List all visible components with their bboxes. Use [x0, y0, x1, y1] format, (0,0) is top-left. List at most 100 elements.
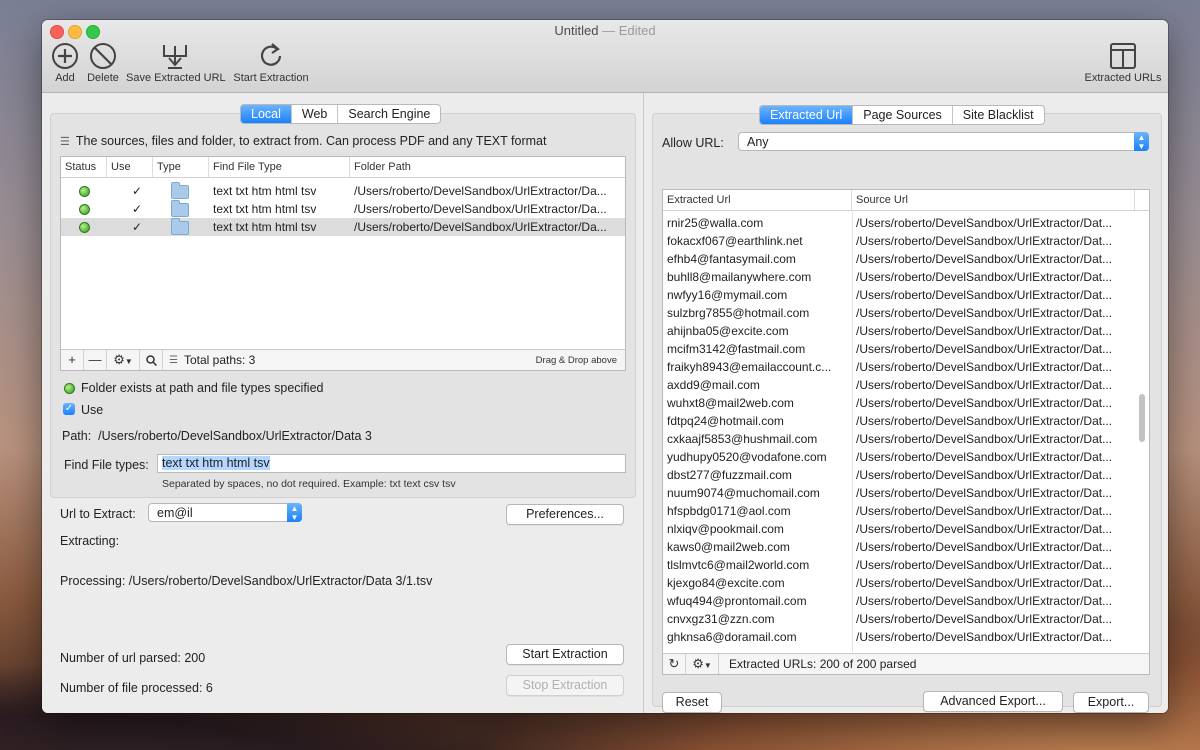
table-row[interactable]: cnvxgz31@zzn.com/Users/roberto/DevelSand…	[663, 610, 1149, 628]
save-download-icon	[163, 45, 187, 69]
extracted-urls-toolbar-button[interactable]: Extracted URLs	[1084, 42, 1162, 84]
extracted-url-cell: sulzbrg7855@hotmail.com	[667, 306, 810, 320]
refresh-button[interactable]: ↻	[663, 654, 686, 674]
use-checkbox[interactable]: ✓	[63, 403, 75, 415]
column-folder-path[interactable]: Folder Path	[350, 157, 625, 177]
table-row[interactable]: nlxiqv@pookmail.com/Users/roberto/DevelS…	[663, 520, 1149, 538]
stop-extraction-button[interactable]: Stop Extraction	[506, 675, 624, 696]
row-file-types: text txt htm html tsv	[213, 184, 317, 198]
column-type[interactable]: Type	[153, 157, 209, 177]
table-row[interactable]: ✓ text txt htm html tsv /Users/roberto/D…	[61, 182, 625, 200]
table-row[interactable]: dbst277@fuzzmail.com/Users/roberto/Devel…	[663, 466, 1149, 484]
table-row[interactable]: fraikyh8943@emailaccount.c... /Users/robe…	[663, 358, 1149, 376]
column-find-file-type[interactable]: Find File Type	[209, 157, 350, 177]
tab-local[interactable]: Local	[241, 105, 292, 123]
table-row[interactable]: yudhupy0520@vodafone.com/Users/roberto/D…	[663, 448, 1149, 466]
refresh-icon: ↻	[668, 656, 680, 671]
tab-extracted-url[interactable]: Extracted Url	[760, 106, 854, 124]
tab-page-sources[interactable]: Page Sources	[853, 106, 953, 124]
table-row[interactable]: ahijnba05@excite.com/Users/roberto/Devel…	[663, 322, 1149, 340]
url-to-extract-label: Url to Extract:	[60, 507, 136, 521]
use-checkmark[interactable]: ✓	[107, 218, 153, 236]
allow-url-popup[interactable]: Any ▲ ▼	[738, 132, 1149, 151]
column-status[interactable]: Status	[61, 157, 107, 177]
table-row[interactable]: nwfyy16@mymail.com/Users/roberto/DevelSa…	[663, 286, 1149, 304]
extracted-url-cell: nuum9074@muchomail.com	[667, 486, 820, 500]
tab-web[interactable]: Web	[292, 105, 339, 123]
find-file-types-input[interactable]: text txt htm html tsv	[157, 454, 626, 473]
extracted-url-cell: wfuq494@prontomail.com	[667, 594, 807, 608]
table-row[interactable]: fdtpq24@hotmail.com/Users/roberto/DevelS…	[663, 412, 1149, 430]
source-url-cell: /Users/roberto/DevelSandbox/UrlExtractor…	[856, 234, 1113, 248]
source-url-cell: /Users/roberto/DevelSandbox/UrlExtractor…	[856, 576, 1113, 590]
use-checkmark[interactable]: ✓	[107, 182, 153, 200]
source-url-cell: /Users/roberto/DevelSandbox/UrlExtractor…	[856, 486, 1113, 500]
search-icon	[145, 355, 157, 367]
add-path-button[interactable]: +	[61, 350, 84, 370]
table-row[interactable]: hfspbdg0171@aol.com/Users/roberto/DevelS…	[663, 502, 1149, 520]
table-row[interactable]: ghknsa6@doramail.com/Users/roberto/Devel…	[663, 628, 1149, 646]
list-icon: ☰	[169, 354, 178, 366]
table-row[interactable]: axdd9@mail.com/Users/roberto/DevelSandbo…	[663, 376, 1149, 394]
sources-table-header: Status Use Type Find File Type Folder Pa…	[61, 157, 625, 178]
column-source-url[interactable]: Source Url	[852, 190, 1135, 210]
results-pane: Extracted Url Page Sources Site Blacklis…	[643, 93, 1168, 713]
remove-path-button[interactable]: —	[84, 350, 107, 370]
status-ok-icon	[64, 383, 75, 395]
table-row[interactable]: wfuq494@prontomail.com/Users/roberto/Dev…	[663, 592, 1149, 610]
table-row[interactable]: efhb4@fantasymail.com/Users/roberto/Deve…	[663, 250, 1149, 268]
extracted-urls-footer: ↻ ⚙▼ Extracted URLs: 200 of 200 parsed	[663, 653, 1149, 674]
tab-site-blacklist[interactable]: Site Blacklist	[953, 106, 1044, 124]
start-extraction-toolbar-button[interactable]: Start Extraction	[232, 42, 310, 84]
extracted-urls-header: Extracted Url Source Url	[663, 190, 1149, 211]
add-toolbar-button[interactable]: Add	[50, 42, 80, 84]
files-processed-count: Number of file processed: 6	[60, 681, 213, 695]
url-to-extract-popup[interactable]: em@il ▲ ▼	[148, 503, 302, 522]
column-extracted-url[interactable]: Extracted Url	[663, 190, 852, 210]
source-url-cell: /Users/roberto/DevelSandbox/UrlExtractor…	[856, 270, 1113, 284]
table-row[interactable]: kjexgo84@excite.com/Users/roberto/DevelS…	[663, 574, 1149, 592]
table-row[interactable]: sulzbrg7855@hotmail.com/Users/roberto/De…	[663, 304, 1149, 322]
search-button[interactable]	[140, 350, 163, 370]
chevron-down-icon: ▼	[124, 357, 133, 366]
tab-search-engine[interactable]: Search Engine	[338, 105, 440, 123]
source-type-segmented-control: Local Web Search Engine	[240, 104, 442, 124]
table-row[interactable]: cxkaajf5853@hushmail.com/Users/roberto/D…	[663, 430, 1149, 448]
table-row[interactable]: nuum9074@muchomail.com/Users/roberto/Dev…	[663, 484, 1149, 502]
extracted-urls-table: Extracted Url Source Url rnir25@walla.co…	[662, 189, 1150, 675]
table-row[interactable]: tlslmvtc6@mail2world.com/Users/roberto/D…	[663, 556, 1149, 574]
extracted-url-cell: ahijnba05@excite.com	[667, 324, 789, 338]
use-checkmark[interactable]: ✓	[107, 200, 153, 218]
sources-table-footer: + — ⚙▼ ☰ Total paths: 3 Drag & Drop abov…	[61, 349, 625, 370]
preferences-button[interactable]: Preferences...	[506, 504, 624, 525]
table-row[interactable]: wuhxt8@mail2web.com/Users/roberto/DevelS…	[663, 394, 1149, 412]
status-ok-icon	[78, 186, 90, 198]
split-view-icon	[1110, 43, 1136, 69]
vertical-scrollbar[interactable]	[1139, 394, 1145, 442]
table-row[interactable]: kaws0@mail2web.com/Users/roberto/DevelSa…	[663, 538, 1149, 556]
extracted-count: Extracted URLs: 200 of 200 parsed	[729, 657, 917, 671]
sources-pane: Local Web Search Engine ☰ The sources, fi…	[42, 93, 642, 713]
delete-toolbar-button[interactable]: Delete	[86, 42, 120, 84]
reset-button[interactable]: Reset	[662, 692, 722, 713]
action-menu-button[interactable]: ⚙▼	[107, 350, 140, 370]
advanced-export-button[interactable]: Advanced Export...	[923, 691, 1063, 712]
start-extraction-button[interactable]: Start Extraction	[506, 644, 624, 665]
status-ok-icon	[78, 222, 90, 234]
row-folder-path: /Users/roberto/DevelSandbox/UrlExtractor…	[354, 202, 607, 216]
results-action-menu-button[interactable]: ⚙▼	[686, 654, 719, 674]
table-row-selected[interactable]: ✓ text txt htm html tsv /Users/roberto/D…	[61, 218, 625, 236]
extracted-url-cell: fokacxf067@earthlink.net	[667, 234, 803, 248]
table-row[interactable]: ✓ text txt htm html tsv /Users/roberto/D…	[61, 200, 625, 218]
table-row[interactable]: buhll8@mailanywhere.com/Users/roberto/De…	[663, 268, 1149, 286]
table-row[interactable]: mcifm3142@fastmail.com/Users/roberto/Dev…	[663, 340, 1149, 358]
export-button[interactable]: Export...	[1073, 692, 1149, 713]
column-use[interactable]: Use	[107, 157, 153, 177]
row-folder-path: /Users/roberto/DevelSandbox/UrlExtractor…	[354, 220, 607, 234]
save-extracted-url-button[interactable]: Save Extracted URL	[126, 42, 226, 84]
source-url-cell: /Users/roberto/DevelSandbox/UrlExtractor…	[856, 396, 1113, 410]
table-row[interactable]: rnir25@walla.com/Users/roberto/DevelSand…	[663, 214, 1149, 232]
folder-icon	[171, 218, 189, 235]
source-url-cell: /Users/roberto/DevelSandbox/UrlExtractor…	[856, 630, 1113, 644]
table-row[interactable]: fokacxf067@earthlink.net/Users/roberto/D…	[663, 232, 1149, 250]
